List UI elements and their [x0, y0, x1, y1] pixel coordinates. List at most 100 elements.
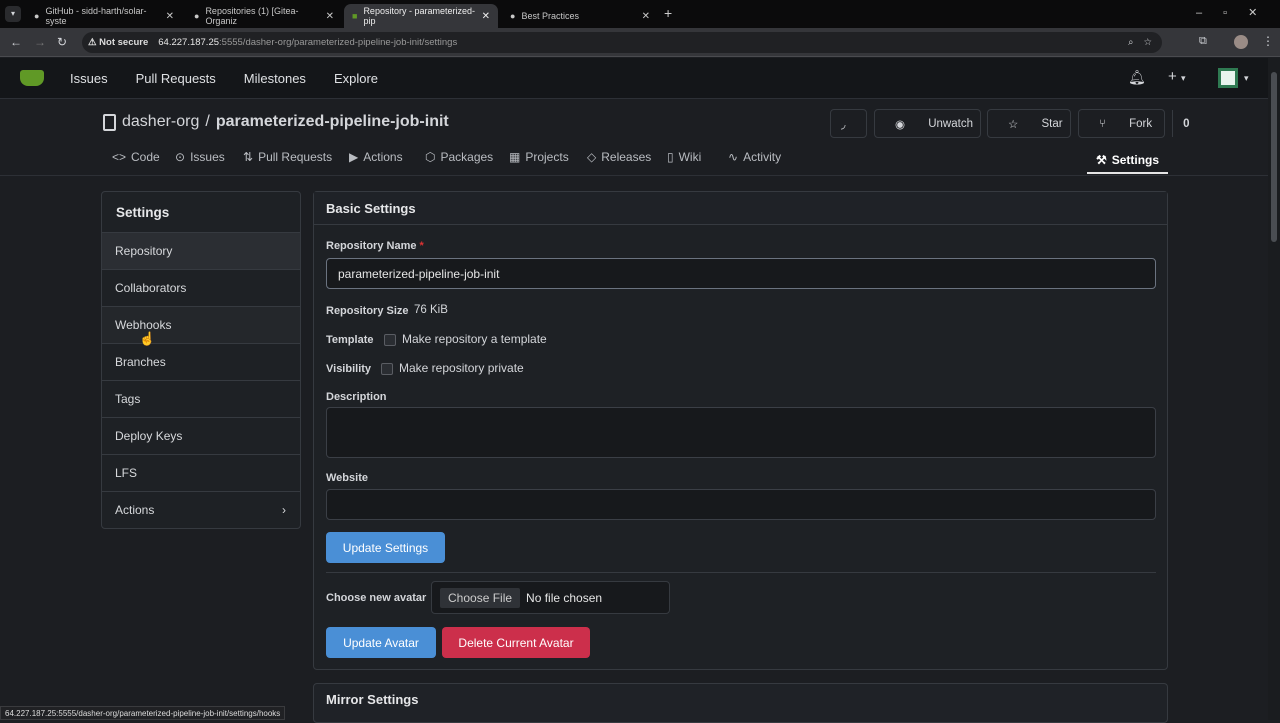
- checkbox-box[interactable]: [381, 362, 393, 375]
- choose-file-button[interactable]: Choose File: [440, 587, 521, 608]
- gitea-icon: ■: [352, 11, 358, 21]
- forward-button[interactable]: →: [34, 35, 46, 49]
- rss-icon: ◞: [841, 118, 846, 131]
- website-input[interactable]: [326, 489, 1156, 520]
- avatar-icon: ●: [194, 11, 200, 21]
- tag-icon: ◇: [587, 150, 597, 164]
- tab-settings[interactable]: ⚒ Settings: [1087, 148, 1168, 174]
- rss-button[interactable]: ◞: [830, 109, 867, 138]
- mirror-settings-panel: Mirror Settings: [313, 683, 1168, 723]
- tabs-divider: [0, 175, 1268, 176]
- repo-icon: [103, 113, 116, 131]
- browser-tab[interactable]: ● Repositories (1) [Gitea-Organiz ✕: [186, 4, 342, 28]
- issue-icon: ⊙: [175, 150, 186, 164]
- window-controls[interactable]: – ▫ ✕: [1196, 6, 1257, 19]
- tab-code[interactable]: <> Code: [112, 150, 160, 164]
- avatar-label: Choose new avatar: [326, 592, 427, 604]
- url-bar[interactable]: ⚠ Not secure 64.227.187.25:5555/dasher-o…: [82, 32, 1162, 53]
- browser-menu-icon[interactable]: ⋮: [1262, 34, 1274, 48]
- tab-packages[interactable]: ⬡ Packages: [425, 150, 493, 164]
- repo-name-input[interactable]: parameterized-pipeline-job-init: [326, 258, 1156, 289]
- close-icon[interactable]: ✕: [642, 11, 650, 22]
- tab-activity[interactable]: ∿ Activity: [728, 150, 781, 164]
- browser-tab[interactable]: ● Best Practices ✕: [502, 4, 658, 28]
- user-avatar-menu[interactable]: ▾: [1218, 68, 1249, 88]
- repo-owner-link[interactable]: dasher-org: [122, 113, 199, 131]
- update-avatar-button[interactable]: Update Avatar: [326, 627, 436, 658]
- url-path: :5555/dasher-org/parameterized-pipeline-…: [219, 37, 458, 48]
- status-bar-url: 64.227.187.25:5555/dasher-org/parameteri…: [0, 706, 286, 720]
- reload-button[interactable]: ↻: [57, 35, 67, 49]
- repo-title: dasher-org / parameterized-pipeline-job-…: [103, 113, 449, 131]
- zoom-icon[interactable]: ⌕: [1128, 37, 1133, 48]
- profile-avatar[interactable]: [1234, 35, 1248, 49]
- basic-settings-panel: Basic Settings Repository Name * paramet…: [313, 191, 1168, 670]
- fork-button[interactable]: ⑂ Fork 0: [1078, 109, 1190, 138]
- template-checkbox[interactable]: Make repository a template: [384, 332, 547, 346]
- repo-name-link[interactable]: parameterized-pipeline-job-init: [216, 113, 449, 131]
- tab-issues[interactable]: ⊙ Issues: [175, 150, 225, 164]
- private-checkbox[interactable]: Make repository private: [381, 361, 524, 375]
- star-button[interactable]: ☆ Star0: [987, 109, 1100, 138]
- sidebar-item-tags[interactable]: Tags: [102, 380, 300, 417]
- section-title: Basic Settings: [314, 192, 1167, 225]
- pull-request-icon: ⇅: [243, 150, 254, 164]
- sidebar-title: Settings: [116, 204, 170, 220]
- website-label: Website: [326, 472, 368, 484]
- scrollbar-thumb[interactable]: [1271, 72, 1277, 242]
- tab-releases[interactable]: ◇ Releases: [587, 150, 651, 164]
- eye-icon: ◉: [895, 118, 909, 131]
- not-secure-badge[interactable]: ⚠ Not secure: [88, 37, 148, 48]
- star-icon: ☆: [1008, 118, 1022, 131]
- repo-size-label: Repository Size: [326, 305, 409, 317]
- tab-wiki[interactable]: ▯ Wiki: [667, 150, 701, 164]
- description-textarea[interactable]: [326, 407, 1156, 458]
- address-bar-row: ← → ↻ ⚠ Not secure 64.227.187.25:5555/da…: [0, 28, 1280, 57]
- nav-explore[interactable]: Explore: [334, 71, 378, 86]
- mirror-settings-title: Mirror Settings: [326, 692, 419, 707]
- update-settings-button[interactable]: Update Settings: [326, 532, 445, 563]
- back-button[interactable]: ←: [10, 35, 22, 49]
- tab-actions[interactable]: ▶ Actions: [349, 150, 403, 164]
- watch-button[interactable]: ◉ Unwatch1: [874, 109, 1010, 138]
- tab-pull-requests[interactable]: ⇅ Pull Requests: [243, 150, 332, 164]
- browser-tab-active[interactable]: ■ Repository - parameterized-pip ✕: [344, 4, 498, 28]
- close-icon[interactable]: ✕: [326, 11, 334, 22]
- bell-icon[interactable]: 🔔︎: [1128, 69, 1146, 86]
- sidebar-item-lfs[interactable]: LFS: [102, 454, 300, 491]
- tab-projects[interactable]: ▦ Projects: [509, 150, 569, 164]
- delete-avatar-button[interactable]: Delete Current Avatar: [442, 627, 590, 658]
- tab-search-button[interactable]: ▾: [5, 6, 21, 22]
- sidebar-item-actions[interactable]: Actions ›: [102, 491, 300, 528]
- sidebar-item-deploy-keys[interactable]: Deploy Keys: [102, 417, 300, 454]
- description-label: Description: [326, 391, 387, 403]
- play-icon: ▶: [349, 150, 359, 164]
- extensions-icon[interactable]: ⧉: [1199, 35, 1207, 48]
- sidebar-item-collaborators[interactable]: Collaborators: [102, 269, 300, 306]
- nav-pull-requests[interactable]: Pull Requests: [136, 71, 216, 86]
- avatar-file-input[interactable]: Choose File No file chosen: [431, 581, 670, 614]
- browser-tab[interactable]: ● GitHub - sidd-harth/solar-syste ✕: [26, 4, 182, 28]
- page-scrollbar[interactable]: [1268, 58, 1280, 720]
- close-icon[interactable]: ✕: [166, 11, 174, 22]
- bookmark-star-icon[interactable]: ☆: [1143, 37, 1152, 48]
- browser-tab-bar: ▾ ● GitHub - sidd-harth/solar-syste ✕ ● Rep…: [0, 0, 1280, 28]
- nav-milestones[interactable]: Milestones: [244, 71, 306, 86]
- sidebar-item-branches[interactable]: Branches: [102, 343, 300, 380]
- close-icon[interactable]: ✕: [482, 11, 490, 22]
- repo-size-value: 76 KiB: [414, 304, 448, 316]
- sidebar-item-repository[interactable]: Repository: [102, 232, 300, 269]
- nav-issues[interactable]: Issues: [70, 71, 108, 86]
- create-menu-button[interactable]: + ▾: [1168, 68, 1185, 85]
- checkbox-box[interactable]: [384, 333, 396, 346]
- mouse-cursor: ☝: [139, 331, 156, 346]
- book-icon: ▯: [667, 150, 674, 164]
- sidebar-item-webhooks[interactable]: Webhooks: [102, 306, 300, 343]
- tools-icon: ⚒: [1095, 153, 1107, 167]
- new-tab-button[interactable]: +: [664, 5, 672, 21]
- no-file-text: No file chosen: [526, 590, 603, 605]
- template-label: Template: [326, 334, 374, 346]
- code-icon: <>: [112, 150, 127, 164]
- fork-count[interactable]: 0: [1172, 110, 1199, 137]
- gitea-logo[interactable]: [20, 70, 44, 86]
